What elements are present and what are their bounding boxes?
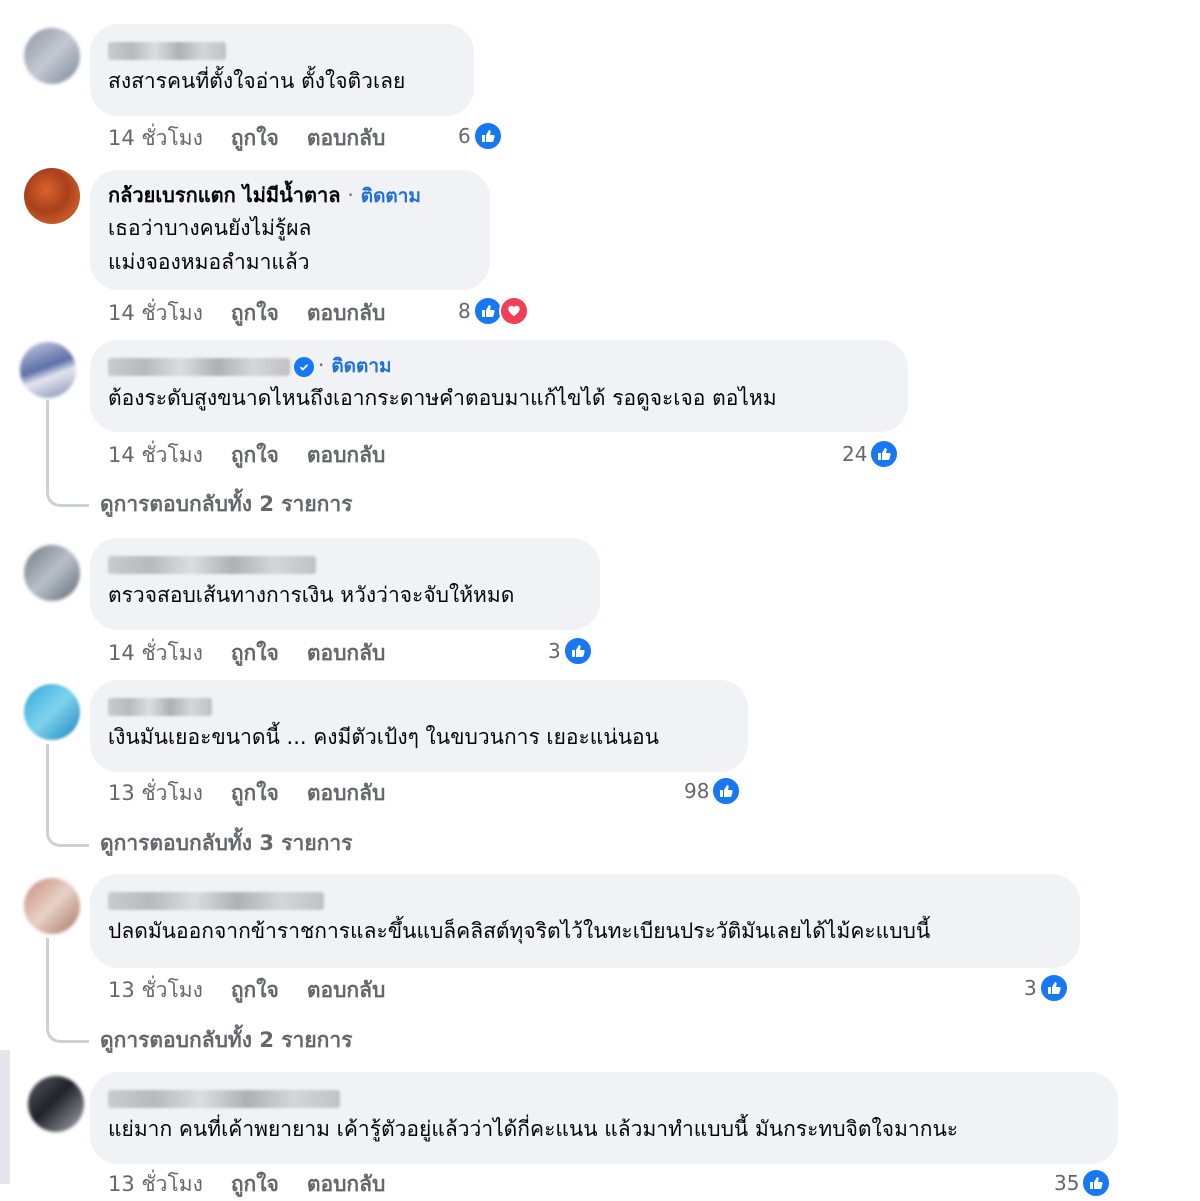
reaction-summary[interactable]: 35 (1054, 1168, 1112, 1198)
reaction-summary[interactable]: 8 (458, 296, 529, 326)
comment-actions: 13 ชั่วโมง ถูกใจ ตอบกลับ (108, 1168, 413, 1201)
reaction-summary[interactable]: 98 (684, 776, 742, 806)
reaction-count: 35 (1054, 1171, 1080, 1195)
like-button[interactable]: ถูกใจ (231, 978, 279, 1002)
comment-bubble: · ติดตาม ต้องระดับสูงขนาดไหนถึงเอากระดาษ… (90, 340, 908, 432)
heart-icon (498, 296, 529, 326)
avatar[interactable] (28, 1076, 84, 1132)
author-name[interactable]: กล้วยเบรกแตก ไม่มีน้ำตาล (108, 183, 340, 207)
reaction-count: 8 (458, 299, 471, 323)
reaction-count: 24 (842, 442, 868, 466)
avatar[interactable] (24, 684, 80, 740)
avatar[interactable] (24, 545, 80, 601)
comment-actions: 14 ชั่วโมง ถูกใจ ตอบกลับ (108, 439, 413, 472)
comment-author[interactable] (108, 690, 730, 720)
reply-thread-line (46, 744, 89, 847)
reply-button[interactable]: ตอบกลับ (307, 641, 386, 665)
comment-text-line: เงินมันเยอะขนาดนี้ ... คงมีตัวเป้งๆ ในขบ… (108, 725, 660, 749)
comment-author[interactable] (108, 34, 456, 64)
comment-actions: 13 ชั่วโมง ถูกใจ ตอบกลับ (108, 974, 413, 1007)
follow-button[interactable]: ติดตาม (361, 185, 421, 207)
comment-text-line: ตรวจสอบเส้นทางการเงิน หวังว่าจะจับให้หมด (108, 583, 515, 607)
like-button[interactable]: ถูกใจ (231, 443, 279, 467)
like-button[interactable]: ถูกใจ (231, 1172, 279, 1196)
comment-bubble: ปลดมันออกจากข้าราชการและขึ้นแบล็คลิสต์ทุ… (90, 874, 1080, 968)
comment-time[interactable]: 13 ชั่วโมง (108, 1172, 203, 1196)
comment-text-line: สงสารคนที่ตั้งใจอ่าน ตั้งใจติวเลย (108, 69, 406, 93)
comment-author[interactable] (108, 884, 1062, 914)
thumbs-up-icon (1081, 1168, 1112, 1198)
comment-author[interactable] (108, 548, 582, 578)
reply-button[interactable]: ตอบกลับ (307, 301, 386, 325)
avatar[interactable] (20, 342, 76, 398)
comment-text-line: ต้องระดับสูงขนาดไหนถึงเอากระดาษคำตอบมาแก… (108, 386, 777, 410)
comment-text-line: แม่งจองหมอลำมาแล้ว (108, 250, 310, 274)
reaction-summary[interactable]: 3 (1024, 973, 1069, 1003)
reply-button[interactable]: ตอบกลับ (307, 443, 386, 467)
thumbs-up-icon (472, 121, 503, 151)
view-replies-link[interactable]: ดูการตอบกลับทั้ง 2 รายการ (100, 1024, 352, 1057)
reply-button[interactable]: ตอบกลับ (307, 1172, 386, 1196)
comment-text-line: ปลดมันออกจากข้าราชการและขึ้นแบล็คลิสต์ทุ… (108, 919, 931, 943)
comment-author[interactable]: กล้วยเบรกแตก ไม่มีน้ำตาล · ติดตาม (108, 180, 472, 211)
verified-badge-icon (294, 356, 314, 377)
comment-actions: 14 ชั่วโมง ถูกใจ ตอบกลับ (108, 122, 413, 155)
comment-actions: 13 ชั่วโมง ถูกใจ ตอบกลับ (108, 777, 413, 810)
avatar[interactable] (24, 28, 80, 84)
comment-time[interactable]: 14 ชั่วโมง (108, 641, 203, 665)
reaction-summary[interactable]: 6 (458, 121, 503, 151)
thumbs-up-icon (562, 636, 593, 666)
comment-time[interactable]: 14 ชั่วโมง (108, 301, 203, 325)
reaction-count: 3 (1024, 976, 1037, 1000)
reaction-count: 6 (458, 124, 471, 148)
reply-button[interactable]: ตอบกลับ (307, 126, 386, 150)
like-button[interactable]: ถูกใจ (231, 781, 279, 805)
thumbs-up-icon (869, 439, 900, 469)
comment-time[interactable]: 13 ชั่วโมง (108, 781, 203, 805)
thumbs-up-icon (1038, 973, 1069, 1003)
comment-bubble: ตรวจสอบเส้นทางการเงิน หวังว่าจะจับให้หมด (90, 538, 600, 630)
reply-thread-line (46, 938, 89, 1043)
comment-bubble: แย่มาก คนที่เค้าพยายาม เค้ารู้ตัวอยู่แล้… (90, 1072, 1118, 1164)
like-button[interactable]: ถูกใจ (231, 126, 279, 150)
comment-actions: 14 ชั่วโมง ถูกใจ ตอบกลับ (108, 297, 413, 330)
comment-time[interactable]: 13 ชั่วโมง (108, 978, 203, 1002)
comment-author[interactable]: · ติดตาม (108, 350, 890, 381)
comment-bubble: สงสารคนที่ตั้งใจอ่าน ตั้งใจติวเลย (90, 24, 474, 116)
reaction-count: 98 (684, 779, 710, 803)
comment-text-line: แย่มาก คนที่เค้าพยายาม เค้ารู้ตัวอยู่แล้… (108, 1117, 959, 1141)
view-replies-link[interactable]: ดูการตอบกลับทั้ง 3 รายการ (100, 827, 352, 860)
thumbs-up-icon (711, 776, 742, 806)
reply-button[interactable]: ตอบกลับ (307, 781, 386, 805)
comment-author[interactable] (108, 1082, 1100, 1112)
view-replies-link[interactable]: ดูการตอบกลับทั้ง 2 รายการ (100, 488, 352, 521)
comment-bubble: เงินมันเยอะขนาดนี้ ... คงมีตัวเป้งๆ ในขบ… (90, 680, 748, 772)
reply-thread-line (46, 400, 89, 507)
comment-time[interactable]: 14 ชั่วโมง (108, 126, 203, 150)
like-button[interactable]: ถูกใจ (231, 301, 279, 325)
comment-actions: 14 ชั่วโมง ถูกใจ ตอบกลับ (108, 637, 413, 670)
comment-bubble: กล้วยเบรกแตก ไม่มีน้ำตาล · ติดตาม เธอว่า… (90, 170, 490, 290)
like-button[interactable]: ถูกใจ (231, 641, 279, 665)
reaction-count: 3 (548, 639, 561, 663)
avatar[interactable] (24, 168, 80, 224)
comment-time[interactable]: 14 ชั่วโมง (108, 443, 203, 467)
reaction-summary[interactable]: 24 (842, 439, 900, 469)
comment-text-line: เธอว่าบางคนยังไม่รู้ผล (108, 216, 312, 240)
reaction-summary[interactable]: 3 (548, 636, 593, 666)
avatar[interactable] (24, 878, 80, 934)
reply-button[interactable]: ตอบกลับ (307, 978, 386, 1002)
follow-button[interactable]: ติดตาม (331, 355, 391, 377)
scrollbar[interactable] (0, 1050, 10, 1184)
